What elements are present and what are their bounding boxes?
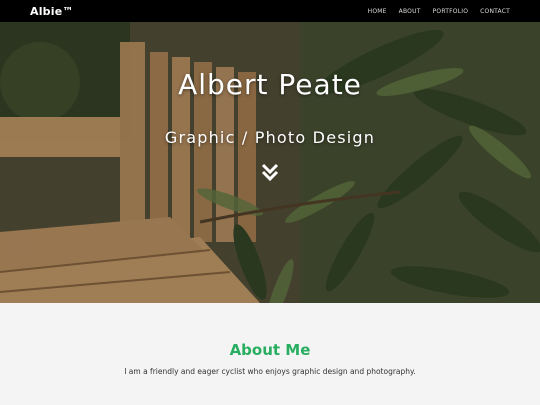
double-chevron-down-icon[interactable] [260, 162, 280, 182]
nav-link-contact[interactable]: CONTACT [480, 8, 510, 15]
navbar: Albie™ HOME ABOUT PORTFOLIO CONTACT [0, 0, 540, 22]
nav-link-about[interactable]: ABOUT [399, 8, 421, 15]
hero-subtitle: Graphic / Photo Design [164, 128, 376, 147]
about-description: I am a friendly and eager cyclist who en… [124, 367, 416, 376]
nav-link-home[interactable]: HOME [368, 8, 387, 15]
hero-title: Albert Peate [178, 68, 362, 101]
hero-section: Albert Peate Graphic / Photo Design [0, 22, 540, 303]
about-section: About Me I am a friendly and eager cycli… [0, 303, 540, 405]
about-title: About Me [229, 341, 311, 359]
nav-link-portfolio[interactable]: PORTFOLIO [433, 8, 469, 15]
nav-links: HOME ABOUT PORTFOLIO CONTACT [356, 8, 510, 15]
brand-logo[interactable]: Albie™ [30, 5, 74, 18]
